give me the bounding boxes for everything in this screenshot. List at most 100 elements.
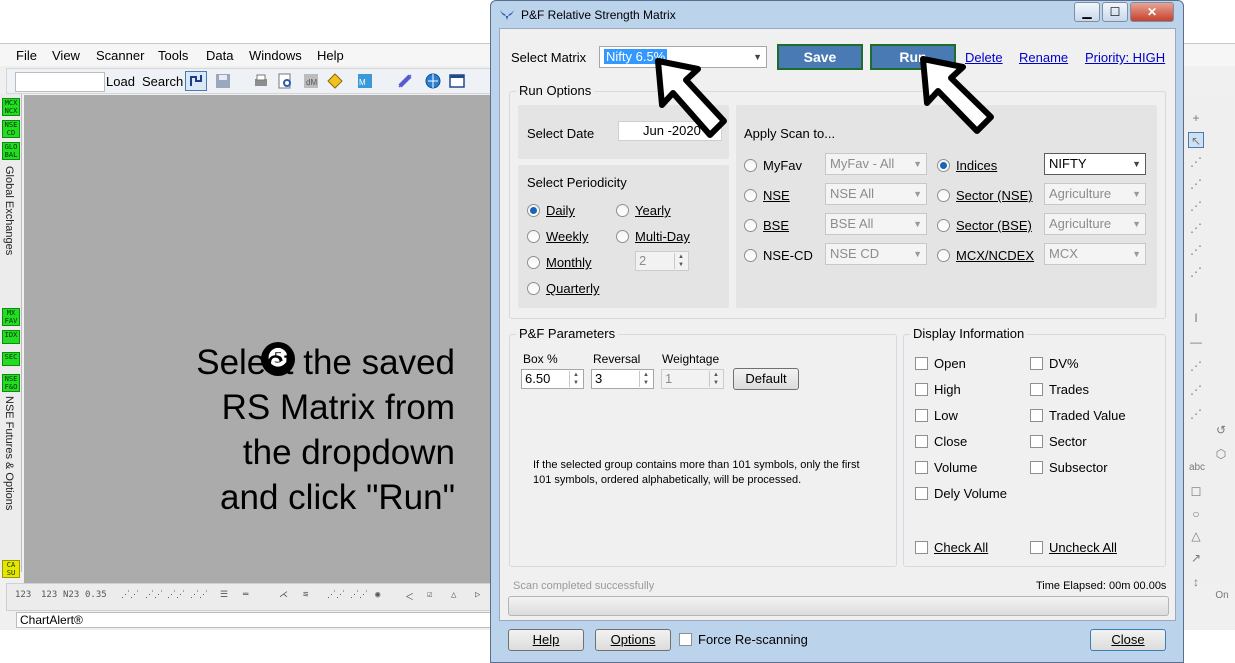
high-checkbox[interactable]: [915, 383, 928, 396]
bottom-tool[interactable]: 123: [15, 590, 31, 600]
bottom-tool[interactable]: ═: [243, 590, 248, 600]
bottom-tool[interactable]: N23: [63, 590, 79, 600]
bottom-tool[interactable]: ≋: [303, 590, 308, 600]
triangle-tool[interactable]: △: [1188, 528, 1204, 544]
sector-nse-dropdown[interactable]: Agriculture ▼: [1044, 183, 1146, 205]
menu-data[interactable]: Data: [206, 48, 233, 63]
on-toggle[interactable]: On: [1211, 588, 1233, 604]
bse-label[interactable]: BSE: [763, 218, 789, 233]
bottom-tool[interactable]: ☑: [427, 590, 432, 600]
bse-dropdown[interactable]: BSE All ▼: [825, 213, 927, 235]
sector-nse-radio[interactable]: [937, 189, 950, 202]
dm-icon[interactable]: dM: [303, 73, 319, 89]
bottom-tool[interactable]: ⋰⋰: [167, 590, 185, 600]
sector-bse-dropdown[interactable]: Agriculture ▼: [1044, 213, 1146, 235]
arrow-tool[interactable]: ↗: [1188, 550, 1204, 566]
check-all-label[interactable]: Check All: [934, 540, 988, 555]
right-tool[interactable]: ⋰: [1188, 382, 1204, 398]
right-tool[interactable]: ⬡: [1213, 446, 1229, 462]
weekly-label[interactable]: Weekly: [546, 229, 588, 244]
priority-link[interactable]: Priority: HIGH: [1085, 50, 1165, 65]
menu-scanner[interactable]: Scanner: [96, 48, 144, 63]
sector-bse-radio[interactable]: [937, 219, 950, 232]
nse-cd-label[interactable]: NSE-CD: [763, 248, 813, 263]
monthly-radio[interactable]: [527, 256, 540, 269]
low-checkbox[interactable]: [915, 409, 928, 422]
bse-radio[interactable]: [744, 219, 757, 232]
nse-cd-dropdown[interactable]: NSE CD ▼: [825, 243, 927, 265]
dv-percent-checkbox[interactable]: [1030, 357, 1043, 370]
nse-dropdown[interactable]: NSE All ▼: [825, 183, 927, 205]
myfav-radio[interactable]: [744, 159, 757, 172]
nse-label[interactable]: NSE: [763, 188, 790, 203]
box-percent-stepper[interactable]: 6.50 ▲ ▼: [521, 369, 584, 389]
symbol-input[interactable]: [15, 72, 105, 92]
force-rescan-checkbox[interactable]: [679, 633, 692, 646]
bottom-tool[interactable]: ▷: [475, 590, 480, 600]
open-checkbox[interactable]: [915, 357, 928, 370]
close-checkbox[interactable]: [915, 435, 928, 448]
quarterly-label[interactable]: Quarterly: [546, 281, 599, 296]
monthly-label[interactable]: Monthly: [546, 255, 592, 270]
daily-label[interactable]: Daily: [546, 203, 575, 218]
print-preview-icon[interactable]: [277, 73, 293, 89]
bottom-tool[interactable]: 123: [41, 590, 57, 600]
rectangle-tool[interactable]: ☐: [1188, 484, 1204, 500]
weightage-stepper[interactable]: 1 ▲ ▼: [661, 369, 724, 389]
myfav-label[interactable]: MyFav: [763, 158, 802, 173]
bottom-tool[interactable]: ＜: [405, 590, 414, 603]
nse-cd-radio[interactable]: [744, 249, 757, 262]
uncheck-all-checkbox[interactable]: [1030, 541, 1043, 554]
menu-view[interactable]: View: [52, 48, 80, 63]
search-button[interactable]: Search: [142, 74, 183, 89]
mcx-ncdex-radio[interactable]: [937, 249, 950, 262]
maximize-button[interactable]: ☐: [1102, 2, 1128, 22]
mcx-ncx-tile[interactable]: MCX NCX: [2, 98, 20, 116]
text-tool[interactable]: abc: [1186, 460, 1208, 476]
right-tool[interactable]: ⋰: [1188, 154, 1204, 170]
bottom-tool[interactable]: 0.35: [85, 590, 107, 600]
right-tool[interactable]: —: [1188, 334, 1204, 350]
sector-checkbox[interactable]: [1030, 435, 1043, 448]
mcx-ncdex-label[interactable]: MCX/NCDEX: [956, 248, 1034, 263]
bottom-tool[interactable]: ⋰⋰: [327, 590, 345, 600]
indices-label[interactable]: Indices: [956, 158, 997, 173]
diamond-icon[interactable]: [327, 73, 343, 89]
bottom-tool[interactable]: ◉: [375, 590, 380, 600]
options-button[interactable]: Options: [595, 629, 671, 651]
close-button[interactable]: Close: [1090, 629, 1166, 651]
bottom-tool[interactable]: ⋰⋰: [190, 590, 208, 600]
menu-tools[interactable]: Tools: [158, 48, 188, 63]
subsector-checkbox[interactable]: [1030, 461, 1043, 474]
nse-cd-tile[interactable]: NSE CD: [2, 120, 20, 138]
scan-icon[interactable]: [397, 73, 413, 89]
right-tool[interactable]: ⋰: [1188, 198, 1204, 214]
indices-dropdown[interactable]: NIFTY ▼: [1044, 153, 1146, 175]
nse-fno-tile[interactable]: NSE F&O: [2, 374, 20, 392]
multi-day-stepper[interactable]: 2 ▲ ▼: [635, 251, 689, 271]
sec-tile[interactable]: SEC: [2, 352, 20, 366]
volume-checkbox[interactable]: [915, 461, 928, 474]
multi-day-label[interactable]: Multi-Day: [635, 229, 690, 244]
menu-windows[interactable]: Windows: [249, 48, 302, 63]
right-tool[interactable]: ⋰: [1188, 358, 1204, 374]
right-tool[interactable]: I: [1188, 310, 1204, 326]
idx-tile[interactable]: IDX: [2, 330, 20, 344]
bottom-tool[interactable]: ⋰⋰: [145, 590, 163, 600]
pf-chart-icon[interactable]: [185, 71, 207, 91]
sector-nse-label[interactable]: Sector (NSE): [956, 188, 1033, 203]
pointer-tool[interactable]: ↖: [1188, 132, 1204, 148]
menu-help[interactable]: Help: [317, 48, 344, 63]
help-button[interactable]: Help: [508, 629, 584, 651]
global-tile[interactable]: GLO BAL: [2, 142, 20, 160]
right-tool[interactable]: ⋰: [1188, 220, 1204, 236]
bottom-tool[interactable]: ⋌: [279, 590, 288, 600]
nse-radio[interactable]: [744, 189, 757, 202]
quarterly-radio[interactable]: [527, 282, 540, 295]
bottom-tool[interactable]: ⋰⋰: [121, 590, 139, 600]
indices-radio[interactable]: [937, 159, 950, 172]
bottom-tool[interactable]: ☰: [220, 590, 228, 600]
save-icon[interactable]: [215, 73, 231, 89]
right-tool[interactable]: ↺: [1213, 422, 1229, 438]
mcx-ncdex-dropdown[interactable]: MCX ▼: [1044, 243, 1146, 265]
